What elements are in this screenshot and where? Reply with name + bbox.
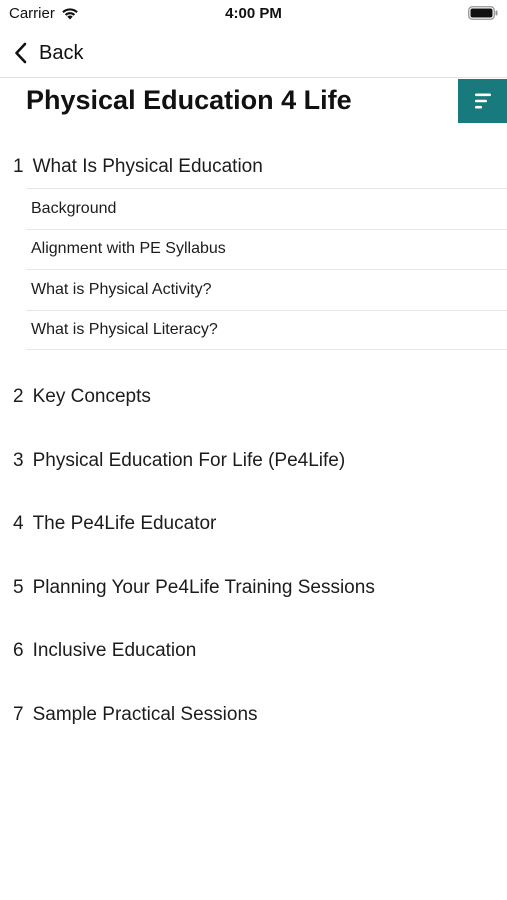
chapter-title: Inclusive Education — [32, 640, 197, 661]
menu-button[interactable] — [458, 79, 507, 123]
chapter-title: Sample Practical Sessions — [32, 703, 258, 725]
status-time: 4:00 PM — [225, 5, 282, 22]
table-of-contents: 1 What Is Physical Education Background … — [0, 146, 507, 736]
chapter-1-subsections: Background Alignment with PE Syllabus Wh… — [26, 188, 507, 350]
subsection-background[interactable]: Background — [26, 188, 507, 229]
navigation-bar: Back — [0, 30, 507, 78]
chapter-4[interactable]: 4 The Pe4Life Educator — [0, 503, 507, 545]
chapter-1[interactable]: 1 What Is Physical Education — [0, 146, 507, 188]
chapter-number: 3 — [13, 449, 24, 471]
title-row: Physical Education 4 Life — [0, 79, 507, 125]
battery-icon — [468, 6, 498, 20]
chapter-title: Physical Education For Life (Pe4Life) — [32, 449, 346, 471]
chapter-2[interactable]: 2 Key Concepts — [0, 376, 507, 418]
subsection-alignment-syllabus[interactable]: Alignment with PE Syllabus — [26, 228, 507, 270]
chapter-3[interactable]: 3 Physical Education For Life (Pe4Life) — [0, 440, 507, 482]
chapter-title: What Is Physical Education — [32, 156, 263, 177]
page-title: Physical Education 4 Life — [26, 85, 352, 115]
chapter-number: 5 — [13, 576, 24, 598]
chapter-7[interactable]: 7 Sample Practical Sessions — [0, 694, 507, 736]
chapter-title: The Pe4Life Educator — [32, 513, 217, 534]
subsection-physical-literacy[interactable]: What is Physical Literacy? — [26, 309, 507, 350]
chapter-6[interactable]: 6 Inclusive Education — [0, 630, 507, 672]
chapter-number: 2 — [13, 386, 24, 407]
subsection-physical-activity[interactable]: What is Physical Activity? — [26, 269, 507, 310]
chevron-left-icon — [15, 42, 27, 64]
chapter-number: 6 — [13, 640, 24, 661]
status-bar: Carrier 4:00 PM — [0, 0, 507, 28]
chapter-number: 4 — [13, 513, 24, 534]
chapter-title: Planning Your Pe4Life Training Sessions — [32, 576, 375, 598]
sort-lines-icon — [474, 93, 491, 109]
chapter-number: 7 — [13, 703, 24, 725]
chapter-number: 1 — [13, 156, 24, 177]
chapter-title: Key Concepts — [32, 386, 151, 407]
back-label: Back — [39, 41, 84, 64]
back-button[interactable]: Back — [14, 38, 83, 68]
chapter-5[interactable]: 5 Planning Your Pe4Life Training Session… — [0, 567, 507, 609]
